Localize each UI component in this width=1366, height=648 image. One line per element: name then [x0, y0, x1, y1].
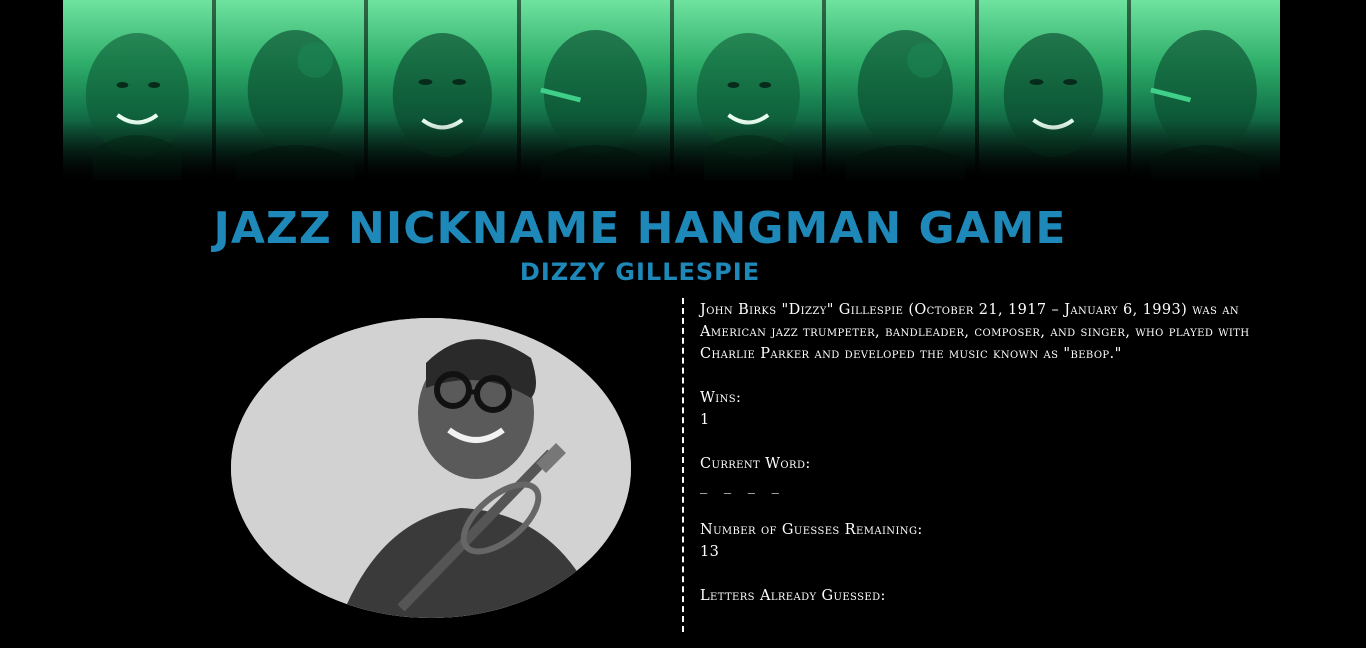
wins-value: 1: [700, 412, 710, 428]
banner-portrait-7: [979, 0, 1132, 180]
letters-guessed-section: Letters Already Guessed:: [700, 585, 1260, 607]
wins-label: Wins:: [700, 390, 742, 406]
banner-portrait-4: [521, 0, 674, 180]
current-word-label: Current Word:: [700, 456, 811, 472]
musician-name: DIZZY GILLESPIE: [519, 258, 761, 286]
banner-portrait-2: [216, 0, 369, 180]
header-banner: [63, 0, 1280, 180]
column-divider: [682, 298, 684, 632]
banner-portrait-8: [1131, 0, 1280, 180]
banner-portrait-1: [63, 0, 216, 180]
page-title: JAZZ NICKNAME HANGMAN GAME: [213, 203, 1067, 254]
current-word-section: Current Word: _ _ _ _: [700, 453, 1260, 497]
musician-portrait: [231, 318, 631, 618]
guesses-remaining-label: Number of Guesses Remaining:: [700, 522, 923, 538]
banner-portrait-6: [826, 0, 979, 180]
guesses-remaining-section: Number of Guesses Remaining: 13: [700, 519, 1260, 563]
current-word-value: _ _ _ _: [700, 478, 785, 494]
banner-portrait-5: [674, 0, 827, 180]
musician-bio: John Birks "Dizzy" Gillespie (October 21…: [700, 302, 1250, 362]
game-info-panel: John Birks "Dizzy" Gillespie (October 21…: [700, 299, 1260, 607]
wins-section: Wins: 1: [700, 387, 1260, 431]
letters-guessed-label: Letters Already Guessed:: [700, 588, 886, 604]
banner-portrait-3: [368, 0, 521, 180]
guesses-remaining-value: 13: [700, 544, 720, 560]
